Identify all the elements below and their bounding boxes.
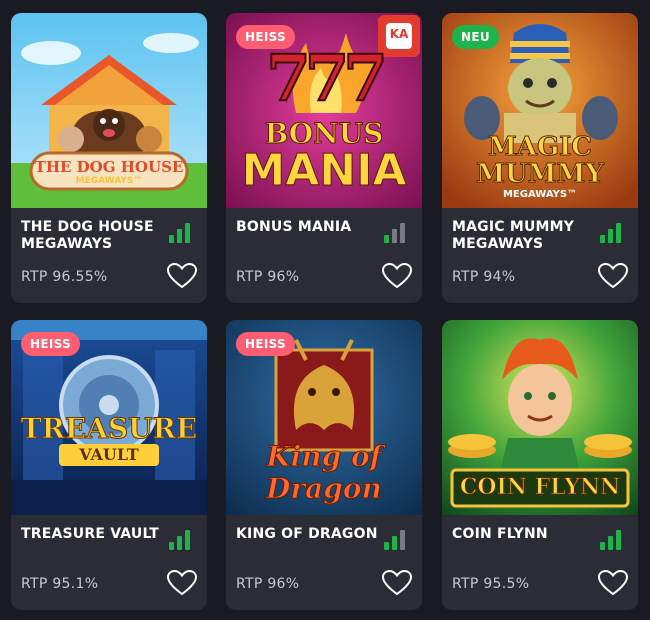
signal-bars-icon <box>384 223 408 243</box>
heart-icon[interactable] <box>167 570 197 596</box>
game-logo-text: TREASURE <box>20 412 198 446</box>
game-thumbnail[interactable]: THE DOG HOUSE MEGAWAYS™ <box>11 13 207 208</box>
game-rtp: RTP 96% <box>236 269 300 285</box>
game-card-magic-mummy[interactable]: MAGIC MUMMY MEGAWAYS™ NEU MAGIC MUMMY ME… <box>442 13 638 303</box>
new-badge: NEU <box>452 25 499 49</box>
game-rtp: RTP 94% <box>452 269 516 285</box>
signal-bars-icon <box>169 223 193 243</box>
signal-bars-icon <box>169 530 193 550</box>
game-title: KING OF DRAGON <box>236 526 378 542</box>
game-logo-subtext: MANIA <box>241 145 407 197</box>
signal-bars-icon <box>600 530 624 550</box>
heart-icon[interactable] <box>382 570 412 596</box>
hot-badge: HEISS <box>21 332 80 356</box>
game-card-treasure-vault[interactable]: TREASURE VAULT HEISS TREASURE VAULT RTP … <box>11 320 207 610</box>
heart-icon[interactable] <box>598 263 628 289</box>
game-thumbnail[interactable]: COIN FLYNN <box>442 320 638 515</box>
provider-logo: KA <box>389 27 409 41</box>
game-logo-subtext: MEGAWAYS™ <box>502 189 578 200</box>
game-title: TREASURE VAULT <box>21 526 160 542</box>
game-logo-subtext: Dragon <box>266 472 383 506</box>
game-card-coin-flynn[interactable]: COIN FLYNN COIN FLYNN RTP 95.5% <box>442 320 638 610</box>
game-logo-subtext: MEGAWAYS™ <box>75 176 143 186</box>
game-logo-text: King of <box>266 440 382 474</box>
game-logo-text: THE DOG HOUSE <box>34 158 184 176</box>
game-rtp: RTP 95.1% <box>21 576 99 592</box>
game-title: COIN FLYNN <box>452 526 548 542</box>
game-card-dog-house[interactable]: THE DOG HOUSE MEGAWAYS™ THE DOG HOUSE ME… <box>11 13 207 303</box>
signal-bars-icon <box>384 530 408 550</box>
heart-icon[interactable] <box>167 263 197 289</box>
game-title: THE DOG HOUSE MEGAWAYS <box>21 219 154 252</box>
game-logo-text-2: MUMMY <box>476 159 605 189</box>
heart-icon[interactable] <box>598 570 628 596</box>
game-logo-sevens: 777 <box>265 40 389 117</box>
game-logo-text: COIN FLYNN <box>459 474 621 501</box>
game-card-bonus-mania[interactable]: 777 BONUS MANIA KA HEISS BONUS MANIA RTP… <box>226 13 422 303</box>
heart-icon[interactable] <box>382 263 412 289</box>
game-card-king-of-dragon[interactable]: King of Dragon HEISS KING OF DRAGON RTP … <box>226 320 422 610</box>
game-title: BONUS MANIA <box>236 219 352 235</box>
game-logo-subtext: VAULT <box>59 444 159 466</box>
game-rtp: RTP 96% <box>236 576 300 592</box>
game-rtp: RTP 95.5% <box>452 576 530 592</box>
game-title: MAGIC MUMMY MEGAWAYS <box>452 219 575 252</box>
hot-badge: HEISS <box>236 332 295 356</box>
game-rtp: RTP 96.55% <box>21 269 108 285</box>
hot-badge: HEISS <box>236 25 295 49</box>
game-logo-text: MAGIC <box>487 132 592 162</box>
signal-bars-icon <box>600 223 624 243</box>
